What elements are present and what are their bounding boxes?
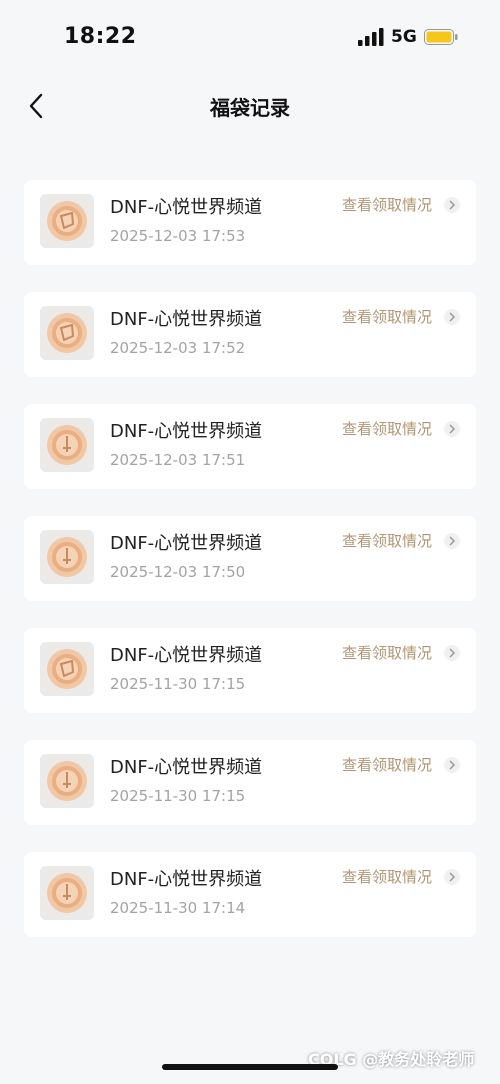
coin-icon [40, 306, 94, 360]
view-claim-link[interactable]: 查看领取情况 [342, 194, 432, 215]
record-channel: DNF-心悦世界频道 [110, 309, 263, 330]
record-card[interactable]: DNF-心悦世界频道 2025-11-30 17:15 查看领取情况 [24, 628, 476, 713]
record-channel: DNF-心悦世界频道 [110, 533, 263, 554]
view-claim-link[interactable]: 查看领取情况 [342, 530, 432, 551]
record-channel: DNF-心悦世界频道 [110, 645, 263, 666]
chevron-right-icon[interactable] [444, 197, 460, 213]
signal-icon [358, 28, 384, 46]
record-time: 2025-12-03 17:53 [110, 227, 246, 245]
record-list: DNF-心悦世界频道 2025-12-03 17:53 查看领取情况 DNF-心… [24, 180, 476, 964]
view-claim-link[interactable]: 查看领取情况 [342, 306, 432, 327]
view-claim-link[interactable]: 查看领取情况 [342, 754, 432, 775]
chevron-right-icon[interactable] [444, 421, 460, 437]
coin-icon [40, 754, 94, 808]
record-card[interactable]: DNF-心悦世界频道 2025-12-03 17:52 查看领取情况 [24, 292, 476, 377]
status-bar: 18:22 5G [0, 0, 500, 72]
home-indicator[interactable] [162, 1064, 338, 1070]
coin-icon [40, 418, 94, 472]
record-time: 2025-12-03 17:52 [110, 339, 246, 357]
chevron-right-icon[interactable] [444, 309, 460, 325]
view-claim-link[interactable]: 查看领取情况 [342, 866, 432, 887]
coin-icon [40, 194, 94, 248]
record-channel: DNF-心悦世界频道 [110, 421, 263, 442]
record-channel: DNF-心悦世界频道 [110, 197, 263, 218]
record-card[interactable]: DNF-心悦世界频道 2025-12-03 17:50 查看领取情况 [24, 516, 476, 601]
chevron-right-icon[interactable] [444, 533, 460, 549]
record-card[interactable]: DNF-心悦世界频道 2025-11-30 17:15 查看领取情况 [24, 740, 476, 825]
battery-icon [424, 29, 458, 45]
page-title: 福袋记录 [210, 96, 290, 120]
chevron-right-icon[interactable] [444, 757, 460, 773]
record-card[interactable]: DNF-心悦世界频道 2025-12-03 17:53 查看领取情况 [24, 180, 476, 265]
coin-icon [40, 530, 94, 584]
status-time: 18:22 [64, 24, 137, 49]
record-channel: DNF-心悦世界频道 [110, 757, 263, 778]
record-time: 2025-12-03 17:51 [110, 451, 246, 469]
chevron-right-icon[interactable] [444, 869, 460, 885]
record-card[interactable]: DNF-心悦世界频道 2025-11-30 17:14 查看领取情况 [24, 852, 476, 937]
network-label: 5G [391, 27, 417, 47]
view-claim-link[interactable]: 查看领取情况 [342, 418, 432, 439]
chevron-right-icon[interactable] [444, 645, 460, 661]
record-time: 2025-11-30 17:15 [110, 787, 246, 805]
record-time: 2025-12-03 17:50 [110, 563, 246, 581]
nav-bar: 福袋记录 [0, 76, 500, 136]
record-time: 2025-11-30 17:14 [110, 899, 246, 917]
record-channel: DNF-心悦世界频道 [110, 869, 263, 890]
coin-icon [40, 866, 94, 920]
record-time: 2025-11-30 17:15 [110, 675, 246, 693]
coin-icon [40, 642, 94, 696]
record-card[interactable]: DNF-心悦世界频道 2025-12-03 17:51 查看领取情况 [24, 404, 476, 489]
view-claim-link[interactable]: 查看领取情况 [342, 642, 432, 663]
